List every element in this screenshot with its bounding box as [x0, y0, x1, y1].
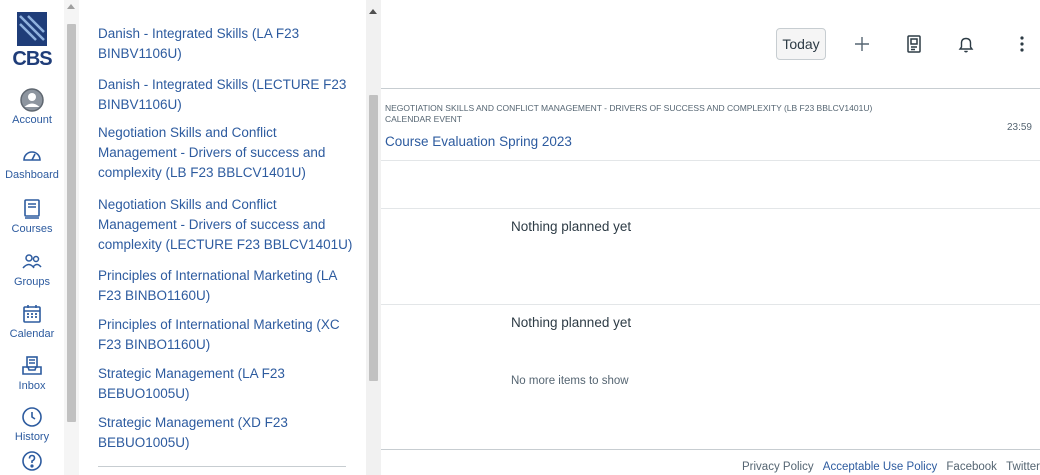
cbs-logo-mark — [17, 12, 47, 46]
nav-inbox[interactable]: Inbox — [0, 354, 64, 392]
scrollbar-thumb[interactable] — [369, 95, 378, 381]
nav-courses-label: Courses — [11, 223, 53, 235]
event-time: 23:59 — [1006, 122, 1032, 133]
account-icon — [20, 88, 44, 112]
tray-scrollbar[interactable] — [366, 0, 381, 475]
nav-groups[interactable]: Groups — [0, 250, 64, 288]
course-link[interactable]: Principles of International Marketing (L… — [98, 266, 358, 306]
nav-calendar-label: Calendar — [9, 328, 55, 340]
nav-dashboard-label: Dashboard — [5, 169, 59, 181]
dashboard-icon — [23, 151, 41, 161]
nav-dashboard[interactable]: Dashboard — [0, 143, 64, 181]
plus-icon[interactable] — [850, 32, 874, 56]
grades-icon[interactable] — [902, 32, 926, 56]
course-link[interactable]: Danish - Integrated Skills (LA F23 BINBV… — [98, 24, 358, 64]
toolbar-divider — [381, 88, 1040, 89]
footer-divider — [381, 449, 1040, 450]
twitter-link[interactable]: Twitter — [1006, 461, 1040, 473]
footer: Privacy Policy Acceptable Use Policy Fac… — [736, 461, 1040, 473]
planner-main: Today NEGOTIATION SKILLS AND CONFLICT MA… — [381, 0, 1040, 475]
course-link[interactable]: Strategic Management (LA F23 BEBUO1005U) — [98, 364, 358, 404]
acceptable-use-link[interactable]: Acceptable Use Policy — [823, 461, 937, 473]
nav-history[interactable]: History — [0, 405, 64, 443]
day-divider — [381, 208, 1040, 209]
day-divider — [381, 304, 1040, 305]
scroll-up-arrow-icon[interactable] — [369, 9, 377, 14]
courses-icon — [24, 199, 40, 219]
inbox-icon — [22, 356, 42, 375]
nav-calendar[interactable]: Calendar — [0, 302, 64, 340]
course-link[interactable]: Strategic Management (XD F23 BEBUO1005U) — [98, 413, 358, 453]
courses-tray: Danish - Integrated Skills (LA F23 BINBV… — [79, 0, 366, 475]
empty-day-message: Nothing planned yet — [511, 315, 632, 330]
history-icon — [22, 407, 42, 427]
privacy-policy-link[interactable]: Privacy Policy — [742, 461, 814, 473]
cbs-logo-text: CBS — [12, 48, 52, 70]
global-nav-scrollbar[interactable] — [64, 0, 79, 475]
no-more-items: No more items to show — [511, 375, 629, 387]
empty-day-message: Nothing planned yet — [511, 219, 632, 234]
app-root: CBS Account Dashboard Courses Groups Cal… — [0, 0, 1040, 475]
day-divider — [381, 160, 1040, 161]
help-icon — [22, 451, 42, 471]
bell-icon[interactable] — [954, 32, 978, 56]
scrollbar-thumb[interactable] — [67, 24, 76, 422]
nav-inbox-label: Inbox — [18, 380, 46, 392]
event-course-meta: NEGOTIATION SKILLS AND CONFLICT MANAGEME… — [385, 103, 873, 124]
nav-groups-label: Groups — [13, 276, 51, 288]
calendar-icon — [23, 305, 41, 323]
today-button[interactable]: Today — [776, 28, 826, 60]
nav-courses[interactable]: Courses — [0, 197, 64, 235]
course-link[interactable]: Principles of International Marketing (X… — [98, 315, 358, 355]
global-navigation: CBS Account Dashboard Courses Groups Cal… — [0, 0, 64, 475]
course-link[interactable]: Danish - Integrated Skills (LECTURE F23 … — [98, 75, 358, 115]
groups-icon — [22, 254, 42, 269]
scroll-up-arrow-icon[interactable] — [67, 4, 75, 9]
facebook-link[interactable]: Facebook — [946, 461, 997, 473]
course-link[interactable]: Negotiation Skills and Conflict Manageme… — [98, 195, 358, 255]
nav-help[interactable] — [0, 449, 64, 475]
cbs-logo[interactable]: CBS — [10, 12, 54, 74]
more-icon[interactable] — [1010, 32, 1034, 56]
nav-account-label: Account — [12, 114, 52, 126]
tray-divider — [98, 466, 346, 467]
nav-account[interactable]: Account — [0, 88, 64, 126]
course-link[interactable]: Negotiation Skills and Conflict Manageme… — [98, 123, 358, 183]
nav-history-label: History — [14, 431, 50, 443]
event-title-link[interactable]: Course Evaluation Spring 2023 — [385, 134, 572, 149]
